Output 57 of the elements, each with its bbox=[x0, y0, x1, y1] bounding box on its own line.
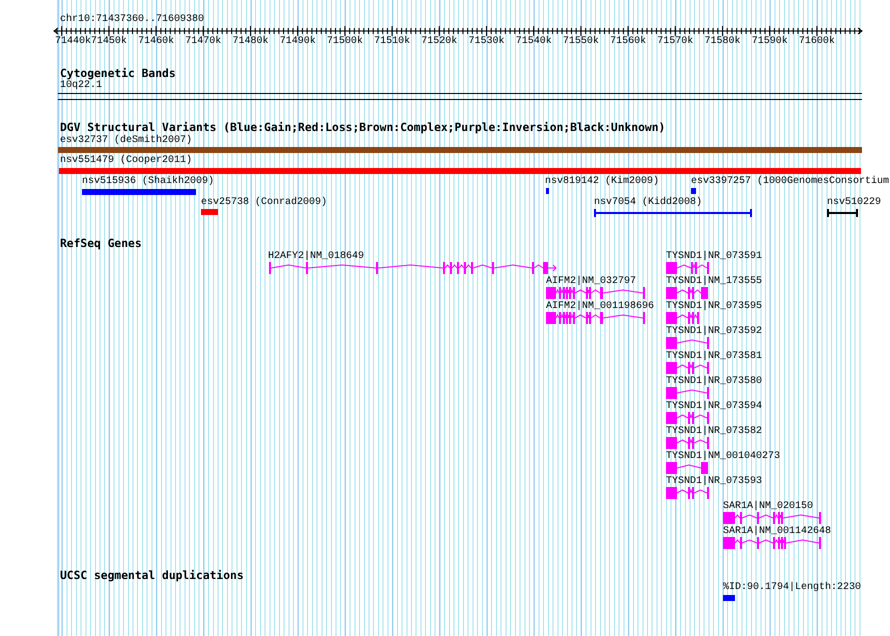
gene-structure-drawing bbox=[666, 437, 710, 449]
gene-label: SAR1A|NM_020150 bbox=[723, 501, 814, 512]
gene-label: H2AFY2|NM_018649 bbox=[268, 251, 364, 262]
gene-structure-drawing bbox=[666, 287, 710, 299]
variant-label: nsv510229 bbox=[827, 197, 882, 208]
gene-label: TYSND1|NR_073595 bbox=[666, 301, 762, 312]
track-title: DGV Structural Variants (Blue:Gain;Red:Loss;Brown:Complex;Purple:Inversion;Black:Unknown) bbox=[60, 121, 666, 134]
gene-structure-drawing bbox=[666, 362, 710, 374]
ruler-label: 71560k bbox=[610, 36, 646, 47]
gene-structure-drawing bbox=[666, 337, 710, 349]
band-label: 10q22.1 bbox=[60, 80, 102, 91]
duplication-label: %ID:90.1794|Length:2230 bbox=[723, 582, 862, 593]
variant-label: nsv7054 (Kidd2008) bbox=[594, 197, 702, 208]
ruler-label: 71450k bbox=[90, 36, 127, 47]
track-title: RefSeq Genes bbox=[60, 237, 142, 250]
gene-label: TYSND1|NR_073594 bbox=[666, 401, 762, 412]
gene-structure-drawing bbox=[666, 262, 710, 274]
gene-structure-drawing bbox=[666, 387, 710, 399]
gene-label: TYSND1|NM_001040273 bbox=[666, 451, 780, 462]
track-title: UCSC segmental duplications bbox=[60, 569, 244, 582]
ruler-label: 71490k bbox=[280, 36, 316, 47]
gene-structure-drawing bbox=[666, 412, 710, 424]
ruler-label: 71440k bbox=[55, 36, 91, 47]
variant-label: esv25738 (Conrad2009) bbox=[201, 197, 328, 208]
variant-label: nsv551479 (Cooper2011) bbox=[60, 155, 192, 166]
gene-label: SAR1A|NM_001142648 bbox=[723, 526, 832, 537]
ruler-label: 71500k bbox=[326, 36, 363, 47]
gene-structure-drawing bbox=[666, 487, 710, 499]
gene-label: TYSND1|NR_073580 bbox=[666, 376, 762, 387]
ruler-label: 71470k bbox=[185, 36, 222, 47]
location-label: chr10:71437360..71609380 bbox=[60, 14, 204, 25]
ruler-label: 71520k bbox=[421, 36, 458, 47]
gene-label: TYSND1|NR_073582 bbox=[666, 426, 762, 437]
ruler-label: 71480k bbox=[232, 36, 268, 47]
duplication-bar bbox=[723, 595, 735, 601]
gene-label: TYSND1|NR_073581 bbox=[666, 351, 762, 362]
ruler-label: 71530k bbox=[468, 36, 504, 47]
variant-label: esv3397257 (1000GenomesConsortium bbox=[691, 176, 890, 187]
track-title: Cytogenetic Bands bbox=[60, 67, 176, 80]
gene-label: TYSND1|NR_073591 bbox=[666, 251, 762, 262]
ruler-label: 71550k bbox=[562, 36, 599, 47]
ruler-label: 71510k bbox=[374, 36, 410, 47]
ruler-label: 71580k bbox=[704, 36, 740, 47]
variant-label: esv32737 (deSmith2007) bbox=[60, 135, 192, 146]
ruler-label: 71460k bbox=[138, 36, 174, 47]
ruler-label: 71540k bbox=[516, 36, 552, 47]
ruler-label: 71600k bbox=[798, 36, 835, 47]
variant-label: nsv515936 (Shaikh2009) bbox=[82, 176, 214, 187]
ruler-label: 71590k bbox=[752, 36, 788, 47]
gene-label: TYSND1|NR_073592 bbox=[666, 326, 762, 337]
gene-label: AIFM2|NM_032797 bbox=[546, 276, 636, 287]
gene-label: AIFM2|NM_001198696 bbox=[546, 301, 654, 312]
variant-label: nsv819142 (Kim2009) bbox=[545, 176, 660, 187]
gene-label: TYSND1|NR_073593 bbox=[666, 476, 762, 487]
ruler-label: 71570k bbox=[657, 36, 694, 47]
gene-structure-drawing bbox=[666, 462, 710, 474]
gene-label: TYSND1|NM_173555 bbox=[666, 276, 762, 287]
